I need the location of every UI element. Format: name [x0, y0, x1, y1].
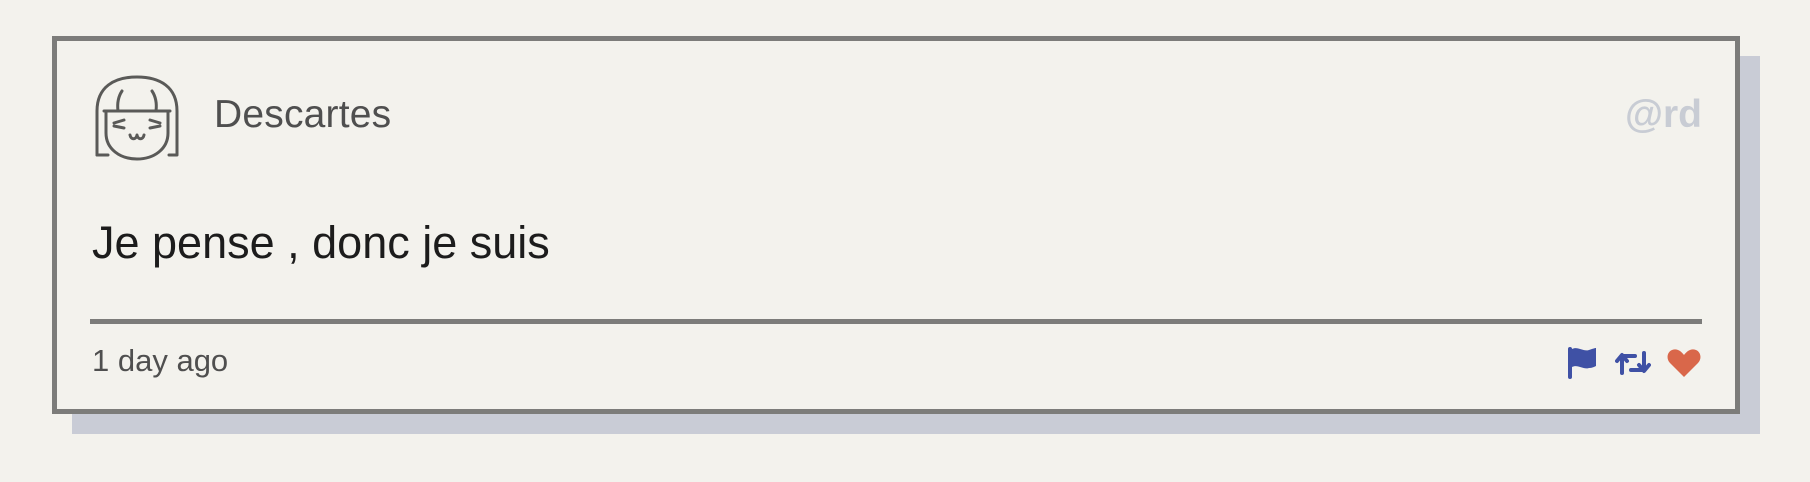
post-header: Descartes @rd — [92, 73, 1702, 163]
retweet-icon — [1615, 351, 1651, 375]
author-name[interactable]: Descartes — [214, 93, 391, 137]
post-timestamp: 1 day ago — [92, 343, 229, 378]
retweet-button[interactable] — [1615, 345, 1651, 381]
flag-button[interactable] — [1564, 345, 1600, 381]
avatar[interactable] — [92, 73, 182, 163]
flag-icon — [1568, 347, 1596, 379]
like-button[interactable] — [1666, 345, 1702, 381]
divider — [90, 319, 1702, 324]
post-actions — [1549, 345, 1702, 381]
author-handle[interactable]: @rd — [1625, 93, 1702, 137]
post-card: Descartes @rd Je pense , donc je suis 1 … — [52, 36, 1740, 414]
post-message: Je pense , donc je suis — [92, 217, 550, 268]
heart-icon — [1667, 349, 1701, 377]
girl-face-avatar-icon — [95, 75, 179, 161]
